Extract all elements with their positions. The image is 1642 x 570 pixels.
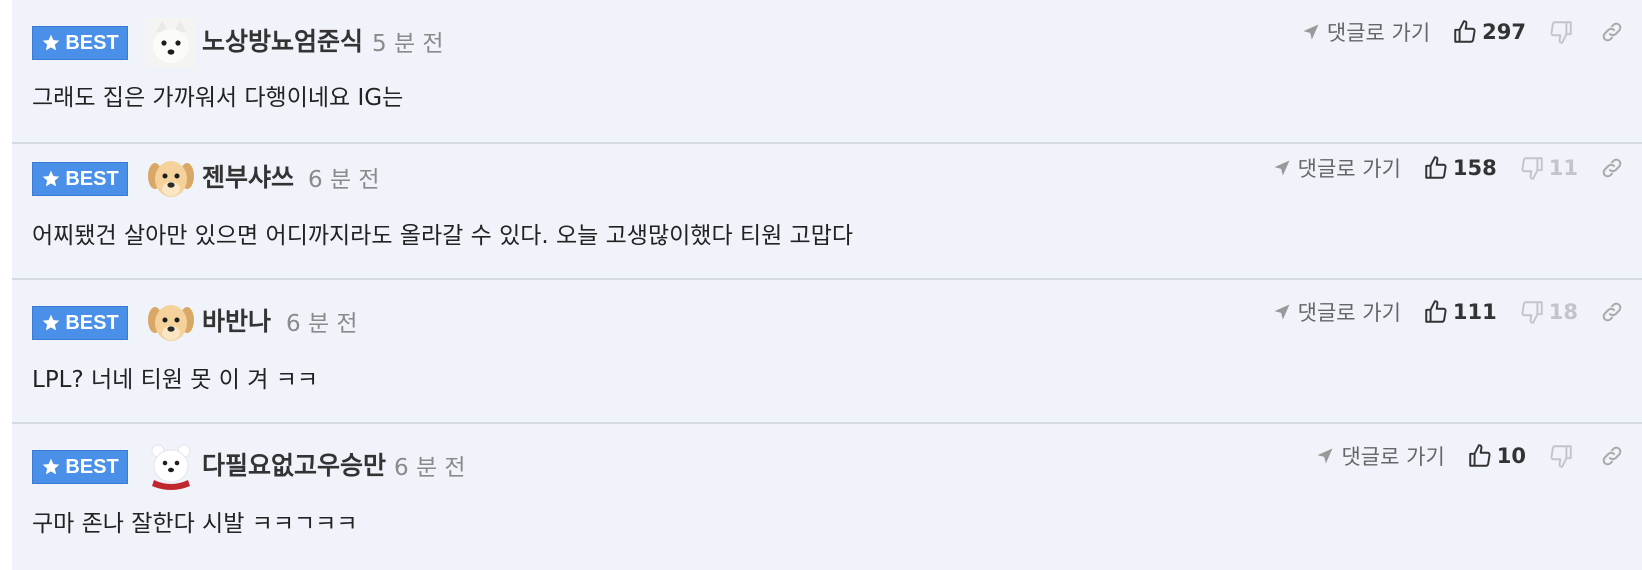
- copy-link-button[interactable]: [1600, 20, 1624, 44]
- goto-comment-label: 댓글로 가기: [1326, 21, 1431, 45]
- goto-comment-label: 댓글로 가기: [1297, 157, 1401, 181]
- polar-bear-avatar[interactable]: [146, 442, 196, 492]
- link-icon: [1602, 158, 1622, 178]
- thumbs-down-icon: [1521, 301, 1543, 324]
- star-icon: [42, 458, 60, 475]
- nickname[interactable]: 바반나: [202, 302, 271, 338]
- nickname[interactable]: 젠부샤쓰: [202, 158, 294, 194]
- white-dog-avatar[interactable]: [146, 18, 196, 68]
- puppy-avatar[interactable]: [146, 298, 196, 348]
- goto-comment-label: 댓글로 가기: [1297, 301, 1401, 325]
- like-count: 297: [1482, 20, 1526, 44]
- badge-label: BEST: [65, 167, 119, 190]
- link-icon: [1602, 302, 1622, 322]
- link-icon: [1602, 446, 1622, 466]
- dislike-count: 18: [1548, 300, 1578, 324]
- puppy-avatar[interactable]: [146, 154, 196, 204]
- comment-body: 구마 존나 잘한다 시발 ㅋㅋㄱㅋㅋ: [32, 511, 358, 537]
- dislike-button[interactable]: [1548, 443, 1578, 469]
- send-arrow-icon: [1274, 160, 1290, 176]
- comment-list: BEST 노상방뇨엄준식 5 분 전 그래도 집은 가까워서 다행이네요 IG는…: [12, 0, 1642, 570]
- best-badge: BEST: [32, 450, 128, 484]
- badge-label: BEST: [65, 31, 119, 54]
- dislike-button[interactable]: [1548, 19, 1578, 45]
- goto-comment-button[interactable]: 댓글로 가기: [1272, 297, 1401, 327]
- dislike-count: 11: [1548, 156, 1578, 180]
- comment-time: 6 분 전: [308, 167, 380, 193]
- best-badge: BEST: [32, 26, 128, 60]
- thumbs-down-icon: [1550, 445, 1572, 468]
- copy-link-button[interactable]: [1600, 156, 1624, 180]
- star-icon: [42, 170, 60, 187]
- like-button[interactable]: 297: [1452, 19, 1526, 45]
- thumbs-up-icon: [1425, 156, 1447, 179]
- comment-actions: 댓글로 가기 297: [1301, 12, 1624, 52]
- nickname[interactable]: 노상방뇨엄준식: [202, 22, 363, 58]
- comment-body: 그래도 집은 가까워서 다행이네요 IG는: [32, 85, 404, 111]
- comment-time: 6 분 전: [286, 311, 358, 337]
- dislike-button[interactable]: 11: [1519, 155, 1578, 181]
- comment-time: 5 분 전: [372, 31, 444, 57]
- send-arrow-icon: [1274, 304, 1290, 320]
- comment-actions: 댓글로 가기 111 18: [1272, 292, 1624, 332]
- best-badge: BEST: [32, 162, 128, 196]
- link-icon: [1602, 22, 1622, 42]
- like-count: 10: [1496, 444, 1526, 468]
- dislike-button[interactable]: 18: [1519, 299, 1578, 325]
- comment-item: BEST 바반나 6 분 전 LPL? 너네 티원 못 이 겨 ㅋㅋ 댓글로 가…: [12, 280, 1642, 424]
- like-button[interactable]: 10: [1467, 443, 1526, 469]
- like-button[interactable]: 111: [1423, 299, 1497, 325]
- comment-item: BEST 젠부샤쓰 6 분 전 어찌됐건 살아만 있으면 어디까지라도 올라갈 …: [12, 136, 1642, 280]
- badge-label: BEST: [65, 311, 119, 334]
- like-count: 111: [1452, 300, 1497, 324]
- goto-comment-button[interactable]: 댓글로 가기: [1301, 17, 1430, 47]
- send-arrow-icon: [1303, 24, 1319, 40]
- comment-item: BEST 다필요없고우승만 6 분 전 구마 존나 잘한다 시발 ㅋㅋㄱㅋㅋ 댓…: [12, 424, 1642, 568]
- thumbs-up-icon: [1469, 444, 1491, 467]
- star-icon: [42, 34, 60, 51]
- comment-body: 어찌됐건 살아만 있으면 어디까지라도 올라갈 수 있다. 오늘 고생많이했다 …: [32, 223, 854, 249]
- best-badge: BEST: [32, 306, 128, 340]
- like-button[interactable]: 158: [1423, 155, 1497, 181]
- star-icon: [42, 314, 60, 331]
- badge-label: BEST: [65, 455, 119, 478]
- comment-item: BEST 노상방뇨엄준식 5 분 전 그래도 집은 가까워서 다행이네요 IG는…: [12, 0, 1642, 144]
- thumbs-up-icon: [1454, 20, 1476, 43]
- nickname[interactable]: 다필요없고우승만: [202, 446, 386, 482]
- send-arrow-icon: [1317, 448, 1333, 464]
- goto-comment-button[interactable]: 댓글로 가기: [1272, 153, 1401, 183]
- copy-link-button[interactable]: [1600, 444, 1624, 468]
- goto-comment-button[interactable]: 댓글로 가기: [1315, 441, 1445, 471]
- comment-time: 6 분 전: [394, 455, 466, 481]
- thumbs-up-icon: [1425, 300, 1447, 323]
- comment-actions: 댓글로 가기 10: [1315, 436, 1624, 476]
- comment-body: LPL? 너네 티원 못 이 겨 ㅋㅋ: [32, 367, 319, 393]
- comment-actions: 댓글로 가기 158 11: [1272, 148, 1624, 188]
- thumbs-down-icon: [1521, 157, 1543, 180]
- copy-link-button[interactable]: [1600, 300, 1624, 324]
- goto-comment-label: 댓글로 가기: [1341, 445, 1445, 469]
- like-count: 158: [1452, 156, 1497, 180]
- thumbs-down-icon: [1550, 21, 1572, 44]
